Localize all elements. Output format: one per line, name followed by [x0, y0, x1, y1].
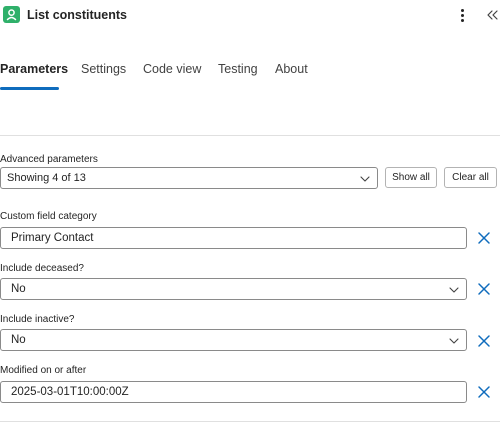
remove-include-inactive-icon[interactable] [476, 333, 492, 349]
remove-modified-on-or-after-icon[interactable] [476, 384, 492, 400]
tab-about[interactable]: About [275, 62, 308, 76]
section-divider [0, 135, 500, 136]
include-deceased-select[interactable]: No [0, 278, 467, 300]
include-inactive-value: No [11, 334, 26, 346]
app-logo-icon [3, 6, 20, 23]
tab-settings[interactable]: Settings [81, 62, 126, 76]
remove-custom-field-category-icon[interactable] [476, 230, 492, 246]
custom-field-category-input[interactable]: Primary Contact [0, 227, 467, 249]
more-vertical-icon[interactable] [455, 5, 469, 25]
include-deceased-value: No [11, 283, 26, 295]
advanced-parameters-value: Showing 4 of 13 [7, 172, 86, 184]
clear-all-button[interactable]: Clear all [444, 167, 497, 188]
modified-on-or-after-label: Modified on or after [0, 365, 87, 376]
tab-parameters[interactable]: Parameters [0, 62, 68, 76]
include-inactive-select[interactable]: No [0, 329, 467, 351]
chevron-down-icon [449, 287, 459, 293]
page-title: List constituents [27, 8, 128, 22]
include-inactive-label: Include inactive? [0, 314, 75, 325]
include-deceased-label: Include deceased? [0, 263, 84, 274]
modified-on-or-after-value: 2025-03-01T10:00:00Z [11, 386, 129, 398]
tab-bar: Parameters Settings Code view Testing Ab… [0, 62, 500, 94]
custom-field-category-label: Custom field category [0, 211, 97, 222]
show-all-button[interactable]: Show all [385, 167, 437, 188]
section-divider [0, 421, 500, 422]
chevron-down-icon [449, 338, 459, 344]
modified-on-or-after-input[interactable]: 2025-03-01T10:00:00Z [0, 381, 467, 403]
tab-code-view[interactable]: Code view [143, 62, 201, 76]
chevron-down-icon [360, 176, 370, 182]
remove-include-deceased-icon[interactable] [476, 281, 492, 297]
custom-field-category-value: Primary Contact [11, 232, 94, 244]
advanced-parameters-label: Advanced parameters [0, 154, 98, 165]
tab-testing[interactable]: Testing [218, 62, 258, 76]
active-tab-indicator [0, 87, 59, 90]
double-chevron-left-icon[interactable] [484, 5, 500, 25]
panel-header: List constituents [0, 0, 500, 32]
advanced-parameters-dropdown[interactable]: Showing 4 of 13 [0, 167, 378, 189]
